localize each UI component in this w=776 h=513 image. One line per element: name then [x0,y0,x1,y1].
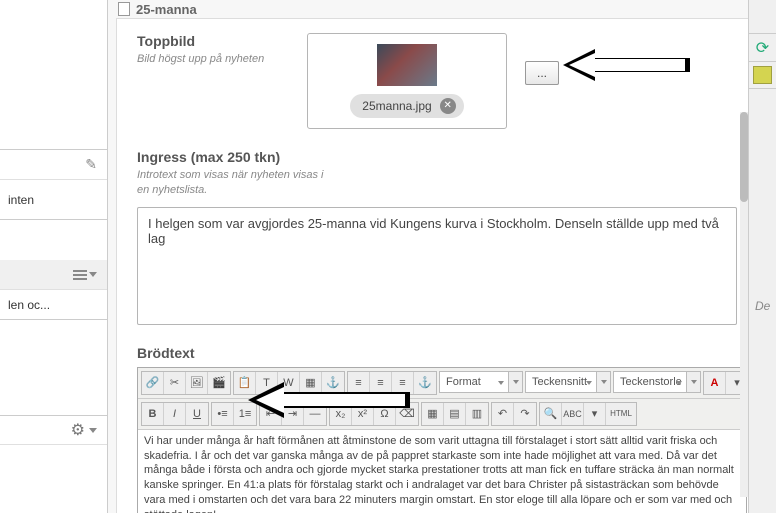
highlight-icon [753,66,772,84]
chevron-down-icon [89,272,97,277]
col-icon[interactable]: ▥ [466,403,488,425]
scrollbar-thumb[interactable] [740,112,748,202]
richtext-content[interactable]: Vi har under många år haft förmånen att … [138,430,746,513]
fontsize-select[interactable]: Teckenstorle [613,371,687,393]
right-slot-3[interactable] [749,62,776,89]
tableedit-icon[interactable]: ▦ [422,403,444,425]
sidebar-item-1-label: inten [8,193,34,207]
sidebar: ✎ inten len oc... ⚙ [0,0,108,513]
toppbild-title: Toppbild [137,33,287,49]
image-upload-box: 25manna.jpg ✕ [307,33,507,129]
refresh-icon: ⟳ [756,38,769,58]
document-title: 25-manna [136,2,197,17]
remove-image-button[interactable]: ✕ [440,98,456,114]
sidebar-edit-row[interactable]: ✎ [0,150,107,180]
unlink-icon[interactable]: ✂ [164,372,186,394]
right-slot-1[interactable] [749,0,776,34]
sidebar-top-spacer [0,0,107,150]
font-select-arrow[interactable] [597,371,611,393]
pencil-icon: ✎ [85,156,97,173]
underline-icon[interactable]: U [186,403,208,425]
annotation-arrow-2 [240,380,415,420]
browse-image-button[interactable]: ... [525,61,559,85]
undo-icon[interactable]: ↶ [492,403,514,425]
find-icon[interactable]: 🔍 [540,403,562,425]
chevron-down-icon [89,428,97,433]
gear-icon: ⚙ [71,420,85,440]
row-icon[interactable]: ▤ [444,403,466,425]
richtext-toolbar-2: B I U •≡ 1≡ ⇤ ⇥ ― x₂ x² [138,399,746,430]
annotation-arrow-1 [555,45,695,85]
ingress-textarea[interactable] [137,207,737,325]
ingress-field: Ingress (max 250 tkn) Introtext som visa… [137,149,728,325]
italic-icon[interactable]: I [164,403,186,425]
link-icon[interactable]: 🔗 [142,372,164,394]
right-text: De [749,294,776,317]
ingress-title: Ingress (max 250 tkn) [137,149,337,165]
scrollbar-track[interactable] [740,112,748,497]
right-strip: ⟳ De [748,0,776,513]
document-icon [118,2,130,16]
bullet-list-icon[interactable]: •≡ [212,403,234,425]
sidebar-menu-toggle[interactable] [0,260,107,290]
brodtext-title: Brödtext [137,345,337,361]
richtext-toolbar-1: 🔗 ✂ 🖼 🎬 📋 T W ▦ ⚓ ≡ ≡ [138,368,746,399]
spellcheck-arrow[interactable]: ▾ [584,403,606,425]
richtext-editor: 🔗 ✂ 🖼 🎬 📋 T W ▦ ⚓ ≡ ≡ [137,367,747,513]
sidebar-settings-row[interactable]: ⚙ [0,415,107,445]
format-select-arrow[interactable] [509,371,523,393]
text-color-icon[interactable]: A [704,372,726,394]
sidebar-item-2-label: len oc... [8,298,50,312]
redo-icon[interactable]: ↷ [514,403,536,425]
right-slot-2[interactable]: ⟳ [749,34,776,62]
document-header: 25-manna [108,0,748,18]
image-icon[interactable]: 🖼 [186,372,208,394]
image-filename-pill: 25manna.jpg ✕ [350,94,463,118]
spellcheck-icon[interactable]: ABC [562,403,584,425]
fontsize-select-arrow[interactable] [687,371,701,393]
sidebar-item-1[interactable]: inten [0,180,107,220]
ingress-hint: Introtext som visas när nyheten visas i … [137,168,337,199]
bold-icon[interactable]: B [142,403,164,425]
sidebar-item-2[interactable]: len oc... [0,290,107,320]
image-thumbnail[interactable] [377,44,437,86]
align-full-icon[interactable]: ⚓ [414,372,436,394]
burger-icon [73,270,87,280]
image-filename: 25manna.jpg [362,99,431,113]
html-source-button[interactable]: HTML [606,403,636,425]
media-icon[interactable]: 🎬 [208,372,230,394]
brodtext-field: Brödtext 🔗 ✂ 🖼 🎬 📋 T W ▦ [137,345,728,513]
font-select[interactable]: Teckensnitt [525,371,597,393]
toppbild-hint: Bild högst upp på nyheten [137,52,287,67]
format-select[interactable]: Format [439,371,509,393]
